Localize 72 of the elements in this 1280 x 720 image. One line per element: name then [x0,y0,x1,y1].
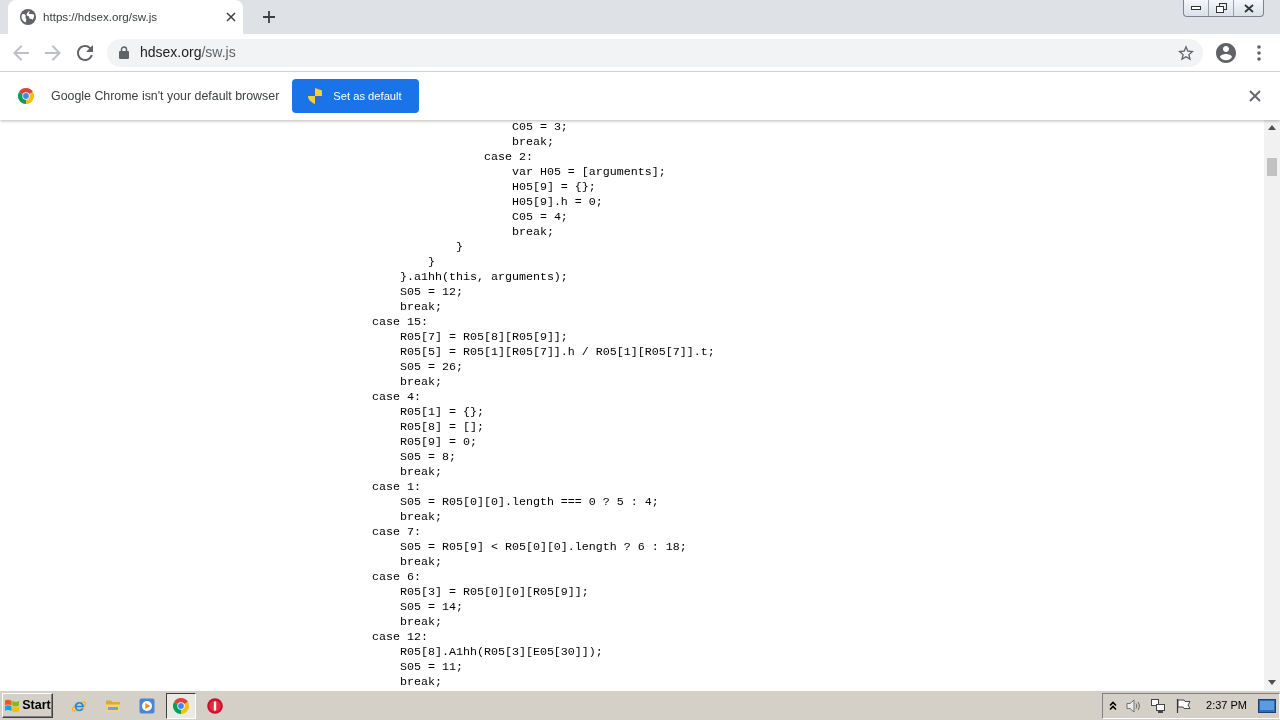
start-button[interactable]: Start [2,693,53,718]
taskbar-button[interactable] [166,692,196,719]
code-line: C05 = 3; [511,120,568,134]
circle-bar-icon [207,697,223,714]
code-line: S05 = 26; [400,360,463,374]
code-line: break; [511,135,554,149]
code-line: break; [400,510,442,524]
code-line: break; [400,555,442,569]
network-icon[interactable] [1150,697,1167,714]
arrow-up-icon[interactable] [1268,125,1276,130]
clock-text: 2:37 PM [1206,698,1247,714]
set-as-default-button[interactable]: Set as default [292,79,419,113]
restore-icon [1215,3,1227,13]
plus-icon[interactable] [263,11,275,23]
code-line: R05[8] = []; [400,420,484,434]
code-line: case 2: [483,150,533,164]
code-line: case 15: [372,315,428,329]
code-line: S05 = 12; [400,285,463,299]
four-pane-flag-icon [4,697,21,714]
code-line: }.a1hh(this, arguments); [400,270,568,284]
code-line: } [455,240,463,254]
code-line: R05[1] = {}; [400,405,484,419]
double-chevron-up-icon[interactable] [1109,700,1118,711]
code-line: case 7: [372,525,421,539]
shield-icon [308,88,323,104]
circular-arrow-icon[interactable] [77,44,93,61]
flag-icon[interactable] [1175,697,1192,714]
close-icon[interactable] [226,12,236,22]
infobar-message: Google Chrome isn't your default browser [51,87,280,105]
code-line: } [427,255,435,269]
code-line: break; [400,375,442,389]
browser-tab[interactable]: https://hdsex.org/sw.js [8,0,243,34]
code-line: break; [400,675,442,689]
code-line: R05[5] = R05[1][R05[7]].h / R05[1][R05[7]].t; [400,345,715,359]
code-line: break; [400,615,442,629]
lock-icon [119,46,129,59]
code-line: case 4: [372,390,421,404]
scrollbar-thumb[interactable] [1267,158,1277,176]
address-bar[interactable]: hdsex.org/sw.js [107,38,1203,67]
account-icon[interactable] [1216,42,1236,63]
minimize-icon [1191,6,1201,10]
play-icon [139,697,155,714]
close-icon[interactable] [1249,90,1261,102]
code-line: var H05 = [arguments]; [511,165,666,179]
code-line: R05[7] = R05[8][R05[9]]; [400,330,568,344]
code-line: H05[9].h = 0; [511,195,603,209]
code-line: H05[9] = {}; [511,180,596,194]
code-line: S05 = 8; [400,450,456,464]
code-line: R05[9] = 0; [400,435,477,449]
code-line: case 12: [372,630,428,644]
code-line: break; [511,225,554,239]
code-line: case 6: [372,570,421,584]
code-line: S05 = R05[9] < R05[0][0].length ? 6 : 18; [400,540,687,554]
globe-icon [20,9,36,25]
code-line: R05[3] = R05[0][0][R05[9]]; [400,585,589,599]
code-line: S05 = R05[0][0].length === 0 ? 5 : 4; [400,495,659,509]
code-line: case 1: [372,480,421,494]
close-icon [1243,3,1254,13]
code-line: S05 = 11; [400,660,463,674]
browser-logo-icon [173,697,189,714]
browser-logo-icon [18,88,34,104]
code-line: break; [400,300,442,314]
star-icon[interactable] [1178,44,1194,61]
code-line: break; [400,465,442,479]
desktop-icon[interactable] [1258,698,1276,713]
code-line: C05 = 4; [511,210,568,224]
speaker-icon[interactable] [1126,697,1143,714]
menu-icon[interactable] [1257,44,1261,61]
code-line: S05 = 14; [400,600,463,614]
code-line: R05[8].A1hh(R05[3][E05[30]]); [400,645,603,659]
arrow-down-icon[interactable] [1268,680,1276,685]
scrollbar[interactable] [1264,120,1280,690]
